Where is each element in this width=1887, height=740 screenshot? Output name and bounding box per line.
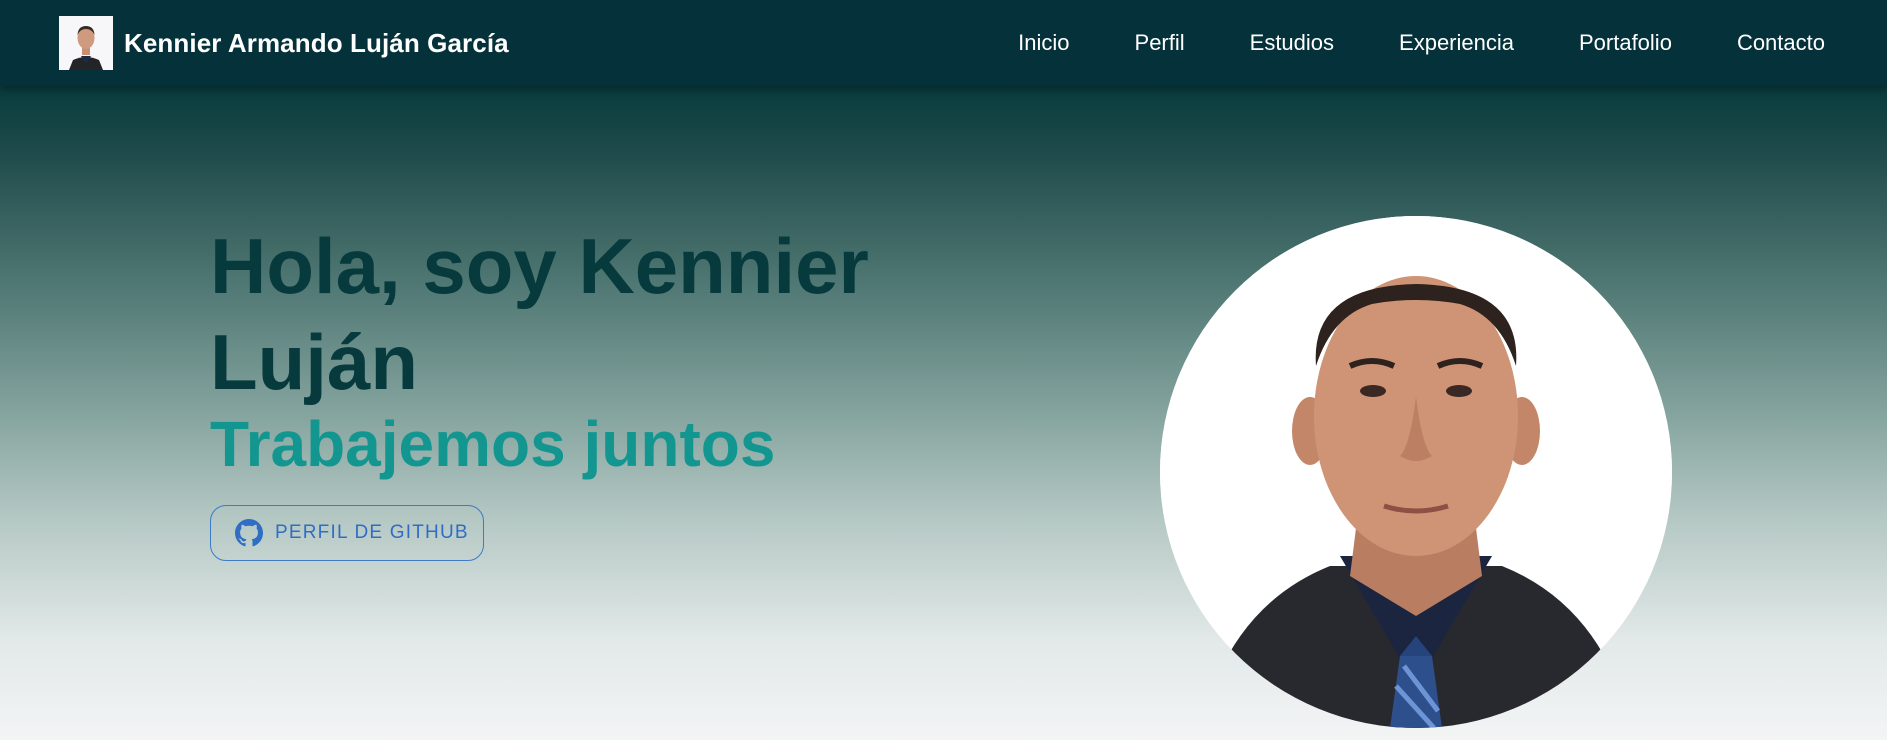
nav-link-perfil[interactable]: Perfil [1135,30,1185,56]
nav-link-portafolio[interactable]: Portafolio [1579,30,1672,56]
portrait-image-icon [1160,216,1672,728]
brand-avatar [59,16,113,70]
hero-subtitle: Trabajemos juntos [210,408,776,480]
github-button-label: Perfil de GitHub [275,522,469,543]
github-icon [235,519,263,547]
github-profile-button[interactable]: Perfil de GitHub [210,505,484,561]
navbar: Kennier Armando Luján García Inicio Perf… [0,0,1887,86]
nav-link-inicio[interactable]: Inicio [1018,30,1069,56]
nav-menu: Inicio Perfil Estudios Experiencia Porta… [1018,0,1825,86]
hero-title: Hola, soy Kennier Luján [210,222,869,406]
nav-link-experiencia[interactable]: Experiencia [1399,30,1514,56]
hero-text: Hola, soy Kennier Luján Trabajemos junto… [210,218,910,484]
profile-thumbnail-icon [59,16,113,70]
nav-link-contacto[interactable]: Contacto [1737,30,1825,56]
brand-name: Kennier Armando Luján García [124,27,509,58]
profile-portrait [1160,216,1672,728]
brand[interactable]: Kennier Armando Luján García [59,16,509,70]
nav-link-estudios[interactable]: Estudios [1250,30,1334,56]
